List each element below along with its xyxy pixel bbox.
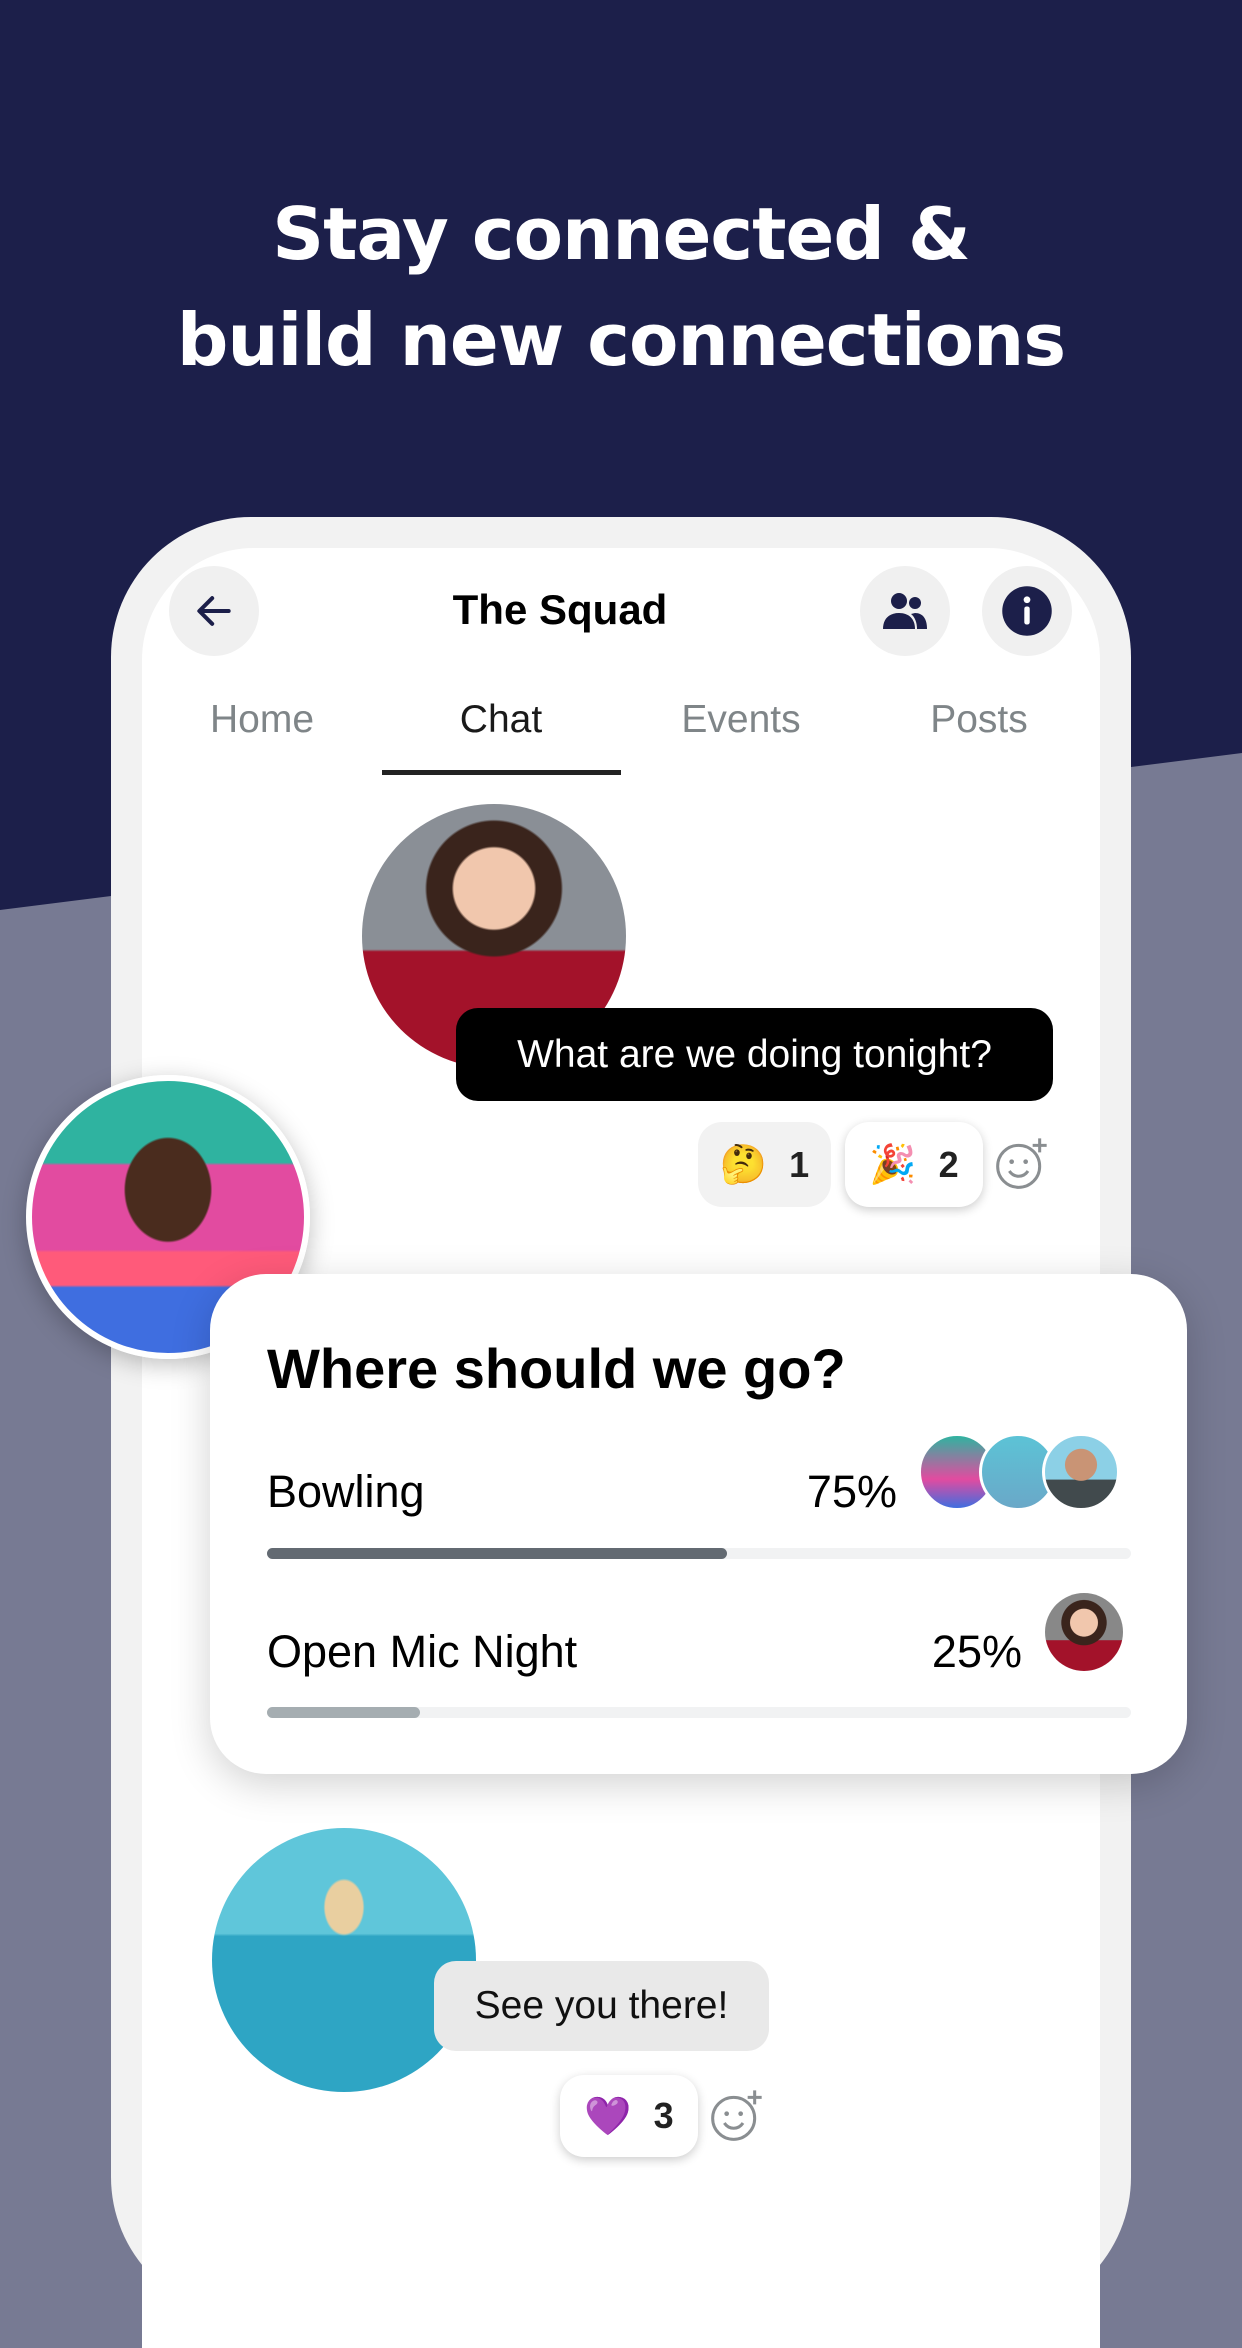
tab-posts[interactable]: Posts xyxy=(930,698,1028,742)
poll-progress-bar xyxy=(267,1707,1131,1718)
reaction-thinking[interactable]: 🤔 1 xyxy=(698,1122,831,1207)
voter-avatar xyxy=(1042,1433,1120,1511)
arrow-left-icon xyxy=(197,596,231,626)
purple-heart-icon: 💜 xyxy=(584,2093,632,2138)
poll-option-percent: 75% xyxy=(806,1466,897,1517)
poll-option-label[interactable]: Open Mic Night xyxy=(267,1626,577,1678)
add-reaction-icon[interactable] xyxy=(708,2088,764,2144)
tab-chat[interactable]: Chat xyxy=(460,698,542,742)
people-icon xyxy=(883,593,927,629)
tab-home[interactable]: Home xyxy=(210,698,314,742)
reaction-count: 2 xyxy=(938,1143,959,1185)
poll-question: Where should we go? xyxy=(267,1337,846,1400)
chat-title: The Squad xyxy=(452,586,668,633)
voter-avatar xyxy=(1045,1593,1123,1671)
info-icon xyxy=(1002,586,1052,636)
poll-option-label[interactable]: Bowling xyxy=(267,1466,425,1518)
reaction-count: 1 xyxy=(789,1143,810,1185)
sender-avatar-blonde[interactable] xyxy=(212,1828,476,2092)
back-button[interactable] xyxy=(169,566,259,656)
reaction-party[interactable]: 🎉 2 xyxy=(845,1122,983,1207)
thinking-face-icon: 🤔 xyxy=(719,1142,768,1186)
poll-progress-fill xyxy=(267,1707,421,1718)
members-button[interactable] xyxy=(860,566,950,656)
info-button[interactable] xyxy=(982,566,1072,656)
message-bubble-sent: What are we doing tonight? xyxy=(456,1008,1053,1101)
headline-line-2: build new connections xyxy=(176,298,1066,382)
headline-line-1: Stay connected & xyxy=(272,192,970,276)
message-bubble-received: See you there! xyxy=(434,1961,769,2051)
poll-progress-bar xyxy=(267,1548,1131,1559)
active-tab-indicator xyxy=(382,770,621,775)
reaction-heart[interactable]: 💜 3 xyxy=(560,2075,698,2157)
add-reaction-icon[interactable] xyxy=(993,1136,1049,1192)
tab-events[interactable]: Events xyxy=(681,698,800,742)
party-popper-icon: 🎉 xyxy=(869,1142,917,1186)
reaction-count: 3 xyxy=(653,2095,674,2136)
poll-option-percent: 25% xyxy=(931,1626,1022,1677)
poll-progress-fill xyxy=(267,1548,728,1559)
